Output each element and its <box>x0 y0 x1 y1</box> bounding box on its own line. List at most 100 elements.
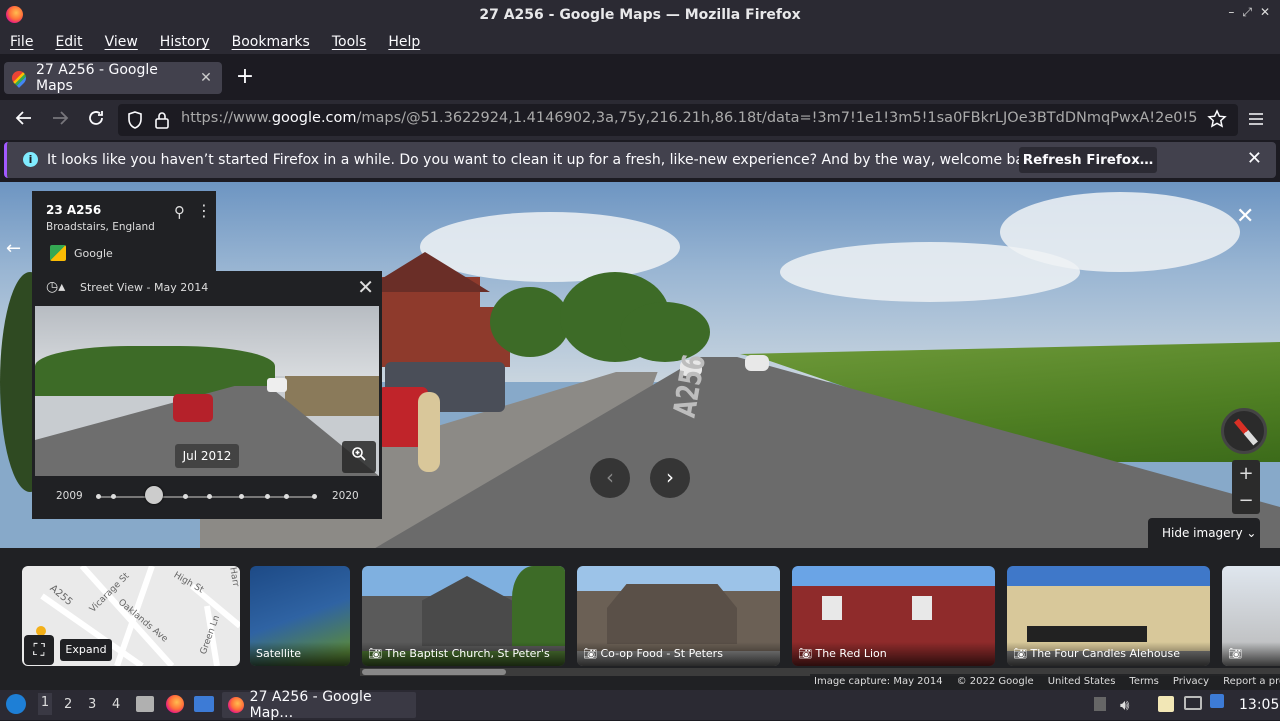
lock-icon[interactable] <box>154 110 170 134</box>
previous-arrow-button[interactable]: ‹ <box>590 458 630 498</box>
cloud <box>1000 192 1240 272</box>
back-arrow-icon <box>15 111 31 125</box>
tab-close-button[interactable]: ✕ <box>196 70 216 86</box>
timeline-slider-thumb[interactable] <box>145 486 163 504</box>
menu-help[interactable]: Help <box>388 34 420 50</box>
place-card-baptist-church[interactable]: 📷︎ The Baptist Church, St Peter's <box>362 566 565 666</box>
forward-arrow-icon <box>53 111 69 125</box>
place-card-red-lion[interactable]: 📷︎ The Red Lion <box>792 566 995 666</box>
menu-bookmarks[interactable]: Bookmarks <box>232 34 310 50</box>
timeline-dot[interactable] <box>284 494 289 499</box>
menu-history[interactable]: History <box>160 34 210 50</box>
workspace-1[interactable]: 1 <box>38 693 52 715</box>
menu-bar: File Edit View History Bookmarks Tools H… <box>0 30 1280 54</box>
menu-file[interactable]: File <box>10 34 33 50</box>
maximize-button[interactable]: ⤢ <box>1242 5 1252 20</box>
location-card: 23 A256 Broadstairs, England ⚲ ⋮ Google <box>32 191 216 271</box>
firefox-launcher-icon[interactable] <box>166 695 184 713</box>
location-locality: Broadstairs, England <box>46 221 155 233</box>
preview-field <box>285 376 379 416</box>
place-card-label: 📷︎ The Baptist Church, St Peter's <box>362 642 565 666</box>
tab-google-maps[interactable]: 27 A256 - Google Maps ✕ <box>4 62 222 94</box>
url-host: google.com <box>271 110 357 126</box>
file-manager-icon[interactable] <box>136 696 154 712</box>
street-view-time-machine: ◷▴ Street View - May 2014 ✕ Jul 2012 200… <box>32 271 382 519</box>
mini-map[interactable]: A255 Vicarage St Oaklands Ave High St Gr… <box>22 566 240 666</box>
menu-edit[interactable]: Edit <box>55 34 82 50</box>
more-options-icon[interactable]: ⋮ <box>196 201 212 220</box>
zoom-out-button[interactable]: − <box>1232 487 1260 514</box>
satellite-card[interactable]: Satellite <box>250 566 350 666</box>
clipboard-tray-icon[interactable] <box>1094 697 1106 711</box>
forward-button[interactable] <box>48 108 72 132</box>
place-card-four-candles[interactable]: 📷︎ The Four Candles Alehouse <box>1007 566 1210 666</box>
tree <box>620 302 710 362</box>
copyright: © 2022 Google <box>956 676 1034 687</box>
hamburger-menu-icon[interactable] <box>1247 110 1265 132</box>
back-button[interactable] <box>12 108 36 132</box>
desktop-icon[interactable] <box>194 696 214 712</box>
volume-icon[interactable]: 🔊︎ <box>1120 695 1129 715</box>
notification-close-button[interactable]: ✕ <box>1247 148 1262 169</box>
refresh-firefox-button[interactable]: Refresh Firefox… <box>1019 147 1157 173</box>
timeline-track[interactable] <box>98 496 314 498</box>
imagery-provider: Google <box>74 247 113 260</box>
update-notification-icon[interactable] <box>1210 694 1224 708</box>
back-arrow-button[interactable]: ← <box>6 238 21 259</box>
filmstrip-scroll-thumb[interactable] <box>362 669 506 675</box>
tracking-protection-shield-icon[interactable] <box>126 110 144 134</box>
timeline-dot[interactable] <box>96 494 101 499</box>
timeline-dot[interactable] <box>312 494 317 499</box>
preview-zoom-button[interactable] <box>342 441 376 473</box>
window-title: 27 A256 - Google Maps — Mozilla Firefox <box>479 7 801 23</box>
timeline-dot[interactable] <box>207 494 212 499</box>
location-address: 23 A256 <box>46 203 102 217</box>
place-card-coop-food[interactable]: 📷︎ Co-op Food - St Peters <box>577 566 780 666</box>
window-controls: – ⤢ ✕ <box>1228 5 1270 20</box>
new-tab-button[interactable]: + <box>234 64 256 90</box>
expand-map-button[interactable]: ⛶ <box>24 635 54 665</box>
place-card-title: The Baptist Church, St Peter's <box>385 647 550 660</box>
clock: 13:05 <box>1239 697 1280 713</box>
place-card-label: 📷︎ <box>1222 642 1280 666</box>
zoom-in-button[interactable]: + <box>1232 460 1260 487</box>
taskbar-firefox-window[interactable]: 27 A256 - Google Map… <box>222 689 416 721</box>
privacy-link[interactable]: Privacy <box>1173 676 1209 687</box>
hide-imagery-button[interactable]: Hide imagery ⌄ <box>1148 518 1260 548</box>
bookmark-star-icon[interactable] <box>1207 109 1227 133</box>
url-text[interactable]: https://www.google.com/maps/@51.3622924,… <box>181 110 1197 130</box>
workspace-3[interactable]: 3 <box>88 695 96 715</box>
minimize-button[interactable]: – <box>1228 5 1234 20</box>
time-machine-close-button[interactable]: ✕ <box>357 275 374 299</box>
display-tray-icon[interactable] <box>1184 696 1202 710</box>
timeline-dot[interactable] <box>239 494 244 499</box>
map-pin-icon[interactable]: ⚲ <box>174 203 185 221</box>
compass-icon[interactable] <box>1221 408 1267 454</box>
notes-tray-icon[interactable] <box>1158 696 1174 712</box>
tree <box>490 287 570 357</box>
hide-imagery-label: Hide imagery <box>1162 526 1243 540</box>
timeline-dot[interactable] <box>265 494 270 499</box>
workspace-4[interactable]: 4 <box>112 695 120 715</box>
workspace-2[interactable]: 2 <box>64 695 72 715</box>
timeline-dot[interactable] <box>111 494 116 499</box>
chevron-down-icon: ⌄ <box>1246 526 1257 540</box>
camera-icon: 📷︎ <box>368 647 382 660</box>
menu-view[interactable]: View <box>105 34 138 50</box>
timeline-dot[interactable] <box>183 494 188 499</box>
exit-street-view-button[interactable]: ✕ <box>1236 204 1254 229</box>
next-arrow-button[interactable]: › <box>650 458 690 498</box>
close-window-button[interactable]: ✕ <box>1260 5 1270 20</box>
reload-button[interactable] <box>84 108 108 132</box>
terms-link[interactable]: Terms <box>1129 676 1158 687</box>
region-link[interactable]: United States <box>1048 676 1116 687</box>
place-card-partial[interactable]: 📷︎ <box>1222 566 1280 666</box>
preview-white-van <box>267 378 287 392</box>
time-machine-header: Street View - May 2014 <box>80 281 209 294</box>
history-clock-icon[interactable]: ◷▴ <box>46 279 65 295</box>
report-problem-link[interactable]: Report a problem <box>1223 676 1280 687</box>
info-icon: i <box>23 152 38 167</box>
camera-icon: 📷︎ <box>583 647 597 660</box>
menu-tools[interactable]: Tools <box>332 34 367 50</box>
start-menu-icon[interactable] <box>6 694 26 714</box>
